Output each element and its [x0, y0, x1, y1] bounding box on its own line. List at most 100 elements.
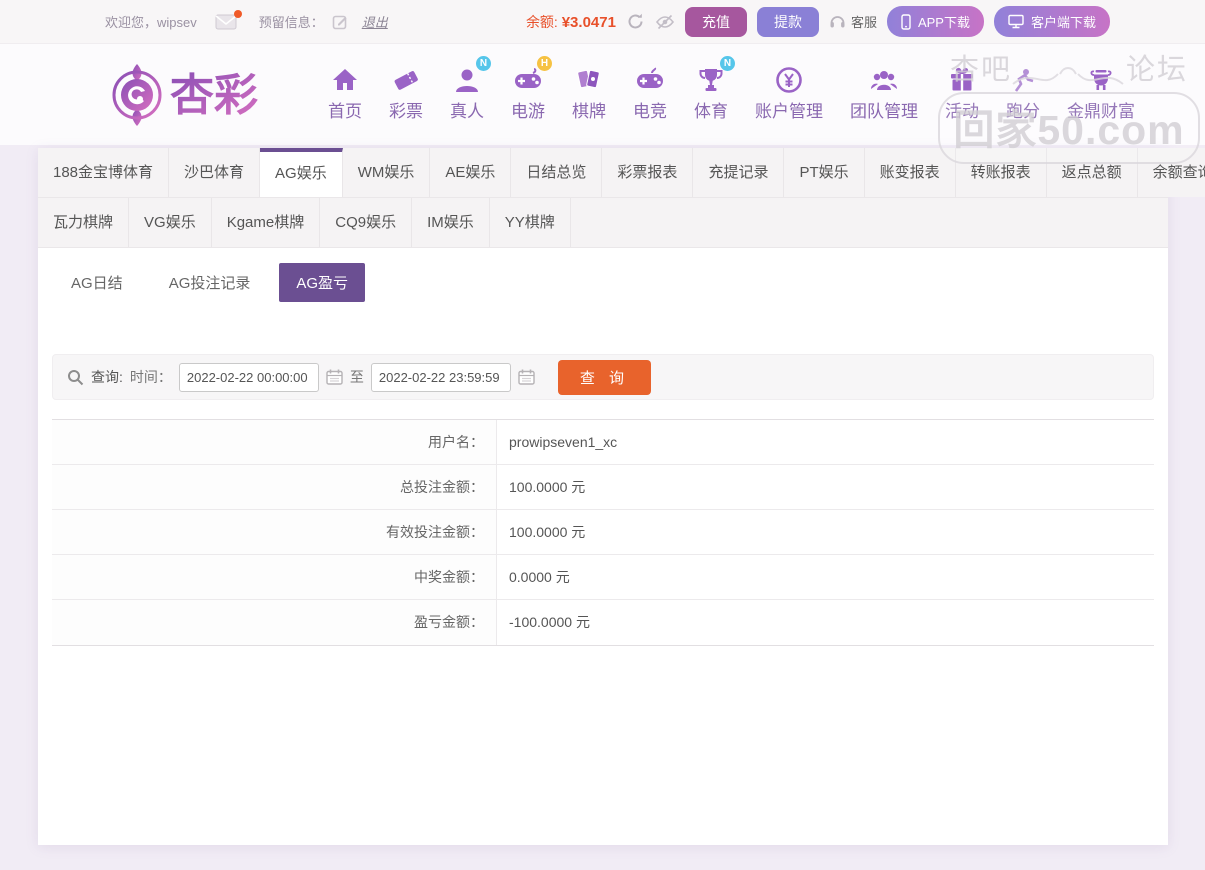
trophy-icon: N	[695, 62, 727, 94]
mail-icon[interactable]	[215, 14, 237, 30]
nav-item-lottery[interactable]: 彩票	[389, 62, 423, 122]
nav-item-egames[interactable]: H 电游	[511, 62, 545, 122]
subtab-ag-profit-loss[interactable]: AG盈亏	[279, 263, 365, 302]
row-label: 中奖金额：	[52, 555, 497, 599]
badge-h: H	[537, 56, 552, 71]
tab-row-1: 188金宝博体育 沙巴体育 AG娱乐 WM娱乐 AE娱乐 日结总览 彩票报表 充…	[38, 148, 1168, 198]
nav-item-account[interactable]: 账户管理	[755, 62, 823, 122]
hide-balance-icon[interactable]	[655, 14, 675, 30]
tab-pt-entertainment[interactable]: PT娱乐	[784, 148, 864, 197]
customer-service-link[interactable]: 客服	[829, 12, 877, 31]
main-panel: 188金宝博体育 沙巴体育 AG娱乐 WM娱乐 AE娱乐 日结总览 彩票报表 充…	[38, 148, 1168, 845]
tab-rebate-total[interactable]: 返点总额	[1047, 148, 1138, 197]
tab-lottery-report[interactable]: 彩票报表	[602, 148, 693, 197]
home-icon	[329, 62, 361, 94]
withdraw-button[interactable]: 提款	[757, 7, 819, 37]
refresh-balance-icon[interactable]	[626, 12, 645, 31]
badge-n: N	[720, 56, 735, 71]
tab-account-change-report[interactable]: 账变报表	[865, 148, 956, 197]
tab-wali-boardgames[interactable]: 瓦力棋牌	[38, 198, 129, 247]
welcome-text: 欢迎您，wipsev	[105, 12, 197, 31]
team-icon	[868, 62, 900, 94]
row-value: 100.0000 元	[497, 510, 1154, 554]
calendar-from-icon[interactable]	[326, 369, 343, 385]
table-row-username: 用户名： prowipseven1_xc	[52, 420, 1154, 465]
nav-item-team[interactable]: 团队管理	[850, 62, 918, 122]
time-label: 时间：	[130, 367, 172, 387]
row-label: 总投注金额：	[52, 465, 497, 509]
table-row-winning: 中奖金额： 0.0000 元	[52, 555, 1154, 600]
row-label: 用户名：	[52, 420, 497, 464]
nav-item-sports[interactable]: N 体育	[694, 62, 728, 122]
tab-kgame-boardgames[interactable]: Kgame棋牌	[212, 198, 321, 247]
table-row-valid-bet: 有效投注金额： 100.0000 元	[52, 510, 1154, 555]
tab-transfer-report[interactable]: 转账报表	[956, 148, 1047, 197]
tab-daily-summary[interactable]: 日结总览	[511, 148, 602, 197]
client-download-button[interactable]: 客户端下载	[994, 6, 1110, 37]
tab-shaba-sports[interactable]: 沙巴体育	[169, 148, 260, 197]
calendar-to-icon[interactable]	[518, 369, 535, 385]
nav-item-boardgames[interactable]: 棋牌	[572, 62, 606, 122]
tab-yy-boardgames[interactable]: YY棋牌	[490, 198, 571, 247]
edit-icon[interactable]	[332, 14, 348, 30]
query-button[interactable]: 查 询	[558, 360, 651, 395]
row-label: 盈亏金额：	[52, 600, 497, 645]
reserved-info-label: 预留信息：	[259, 12, 324, 31]
runner-icon	[1007, 62, 1039, 94]
tab-ag-entertainment[interactable]: AG娱乐	[260, 148, 343, 197]
tab-wm-entertainment[interactable]: WM娱乐	[343, 148, 431, 197]
subtab-ag-bet-records[interactable]: AG投注记录	[152, 263, 268, 302]
tab-ae-entertainment[interactable]: AE娱乐	[430, 148, 511, 197]
report-table: 用户名： prowipseven1_xc 总投注金额： 100.0000 元 有…	[52, 419, 1154, 646]
search-icon	[67, 369, 84, 386]
ding-cauldron-icon	[1085, 62, 1117, 94]
subtab-ag-daily[interactable]: AG日结	[54, 263, 140, 302]
logo-text: 杏彩	[170, 71, 258, 120]
badge-n: N	[476, 56, 491, 71]
mail-unread-dot	[234, 10, 242, 18]
tab-cq9-entertainment[interactable]: CQ9娱乐	[320, 198, 412, 247]
tab-188-jinbaobo-sports[interactable]: 188金宝博体育	[38, 148, 169, 197]
yuan-coin-icon	[773, 62, 805, 94]
search-bar: 查询: 时间： 至 查 询	[52, 354, 1154, 400]
gift-icon	[946, 62, 978, 94]
nav-item-paofen[interactable]: 跑分	[1006, 62, 1040, 122]
tab-vg-entertainment[interactable]: VG娱乐	[129, 198, 212, 247]
cards-icon	[573, 62, 605, 94]
headset-icon	[829, 14, 846, 30]
site-header: 杏彩 首页 彩票 N 真人 H 电游	[0, 44, 1205, 145]
logout-link[interactable]: 退出	[362, 12, 388, 31]
tab-balance-query[interactable]: 余额查询	[1138, 148, 1205, 197]
nav-item-wealth[interactable]: 金鼎财富	[1067, 62, 1135, 122]
between-label: 至	[350, 367, 364, 387]
tab-im-entertainment[interactable]: IM娱乐	[412, 198, 490, 247]
app-download-button[interactable]: APP下载	[887, 6, 984, 37]
row-value: 100.0000 元	[497, 465, 1154, 509]
phone-icon	[901, 14, 911, 30]
tab-row-2: 瓦力棋牌 VG娱乐 Kgame棋牌 CQ9娱乐 IM娱乐 YY棋牌	[38, 198, 1168, 248]
row-value: prowipseven1_xc	[497, 420, 1154, 464]
topbar: 欢迎您，wipsev 预留信息： 退出 余额: ¥3.0471 充值 提款 客服…	[0, 0, 1205, 44]
row-value: 0.0000 元	[497, 555, 1154, 599]
table-row-profit-loss: 盈亏金额： -100.0000 元	[52, 600, 1154, 645]
balance-value: ¥3.0471	[562, 14, 616, 31]
live-person-icon: N	[451, 62, 483, 94]
nav-item-activity[interactable]: 活动	[945, 62, 979, 122]
site-logo[interactable]: 杏彩	[106, 62, 302, 128]
gamepad-icon: H	[512, 62, 544, 94]
esports-gamepad-icon	[634, 62, 666, 94]
nav-item-esports[interactable]: 电竞	[633, 62, 667, 122]
monitor-icon	[1008, 14, 1024, 29]
nav-item-live[interactable]: N 真人	[450, 62, 484, 122]
date-from-input[interactable]	[179, 363, 319, 392]
tab-deposit-withdraw-records[interactable]: 充提记录	[693, 148, 784, 197]
row-label: 有效投注金额：	[52, 510, 497, 554]
balance-text: 余额: ¥3.0471	[526, 12, 616, 32]
date-to-input[interactable]	[371, 363, 511, 392]
table-row-total-bet: 总投注金额： 100.0000 元	[52, 465, 1154, 510]
logo-flower-emblem	[114, 64, 160, 126]
recharge-button[interactable]: 充值	[685, 7, 747, 37]
search-title: 查询:	[91, 367, 123, 387]
row-value: -100.0000 元	[497, 600, 1154, 645]
nav-item-home[interactable]: 首页	[328, 62, 362, 122]
